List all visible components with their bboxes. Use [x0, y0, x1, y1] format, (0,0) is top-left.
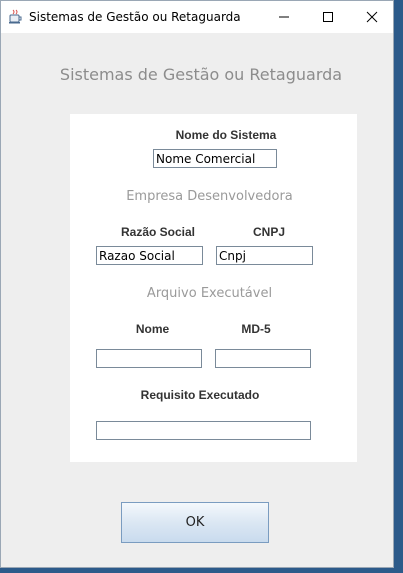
- razao-social-label: Razão Social: [120, 225, 196, 239]
- requisito-label: Requisito Executado: [140, 388, 260, 402]
- empresa-section-title: Empresa Desenvolvedora: [126, 189, 293, 204]
- form-panel: Nome do Sistema Empresa Desenvolvedora R…: [70, 114, 357, 462]
- minimize-button[interactable]: [262, 1, 306, 33]
- close-icon: [366, 11, 378, 23]
- ok-button[interactable]: OK: [121, 502, 269, 543]
- window-title: Sistemas de Gestão ou Retaguarda: [29, 10, 241, 24]
- dialog-window: Sistemas de Gestão ou Retaguarda Sistema…: [0, 0, 394, 568]
- nome-sistema-input[interactable]: [153, 149, 277, 168]
- java-cup-icon: [9, 9, 22, 24]
- md5-label: MD-5: [241, 322, 271, 336]
- cnpj-input[interactable]: [216, 246, 313, 265]
- title-bar[interactable]: Sistemas de Gestão ou Retaguarda: [1, 1, 393, 33]
- minimize-icon: [279, 16, 289, 18]
- arquivo-nome-input[interactable]: [96, 349, 202, 368]
- cnpj-label: CNPJ: [252, 225, 285, 239]
- maximize-icon: [323, 12, 333, 22]
- nome-sistema-label: Nome do Sistema: [175, 128, 277, 142]
- page-heading: Sistemas de Gestão ou Retaguarda: [59, 65, 343, 84]
- arquivo-section-title: Arquivo Executável: [146, 286, 273, 301]
- requisito-input[interactable]: [96, 421, 311, 440]
- arquivo-nome-label: Nome: [135, 322, 170, 336]
- maximize-button[interactable]: [306, 1, 350, 33]
- md5-input[interactable]: [215, 349, 311, 368]
- close-button[interactable]: [350, 1, 394, 33]
- razao-social-input[interactable]: [96, 246, 203, 265]
